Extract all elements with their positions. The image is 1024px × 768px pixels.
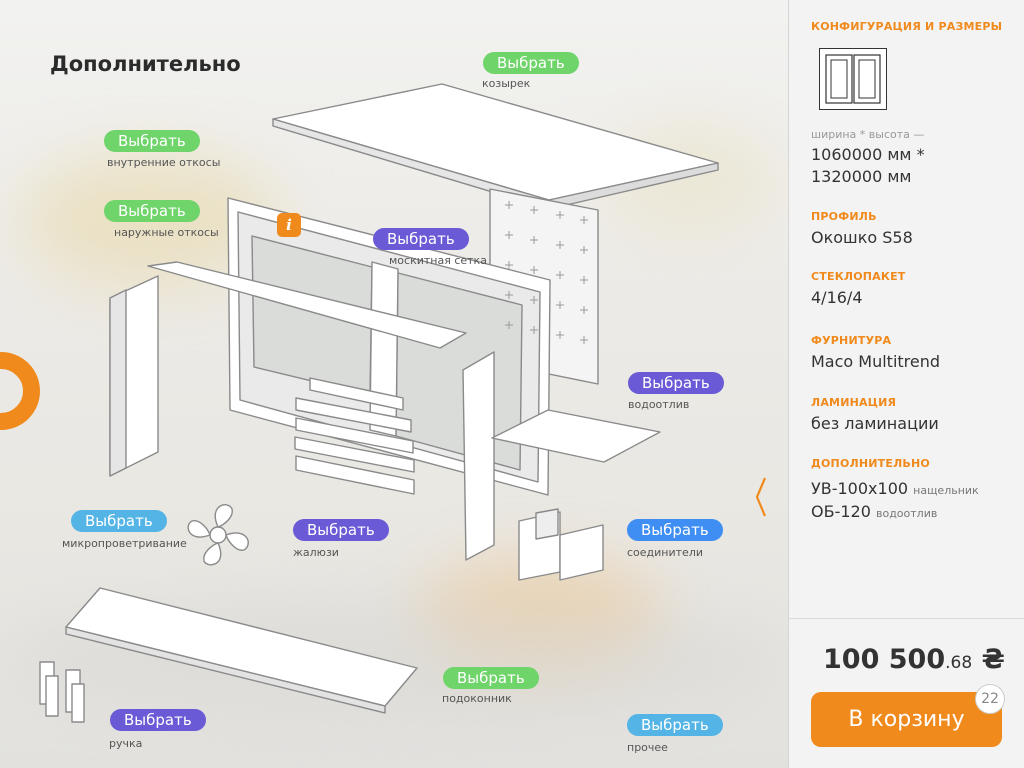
lamination-value: без ламинации: [811, 414, 939, 433]
extra-item-note: нащельник: [913, 484, 979, 497]
naruzh-otkosy-button[interactable]: Выбрать: [104, 200, 200, 222]
part-soedineteli: [518, 508, 604, 581]
setka-caption: москитная сетка: [389, 254, 487, 267]
glass-heading: СТЕКЛОПАКЕТ: [811, 270, 906, 283]
config-sidebar: КОНФИГУРАЦИЯ И РАЗМЕРЫ ширина * высота —…: [788, 0, 1024, 768]
hardware-section[interactable]: ФУРНИТУРА Maco Multitrend: [811, 334, 940, 372]
ruchka-button[interactable]: Выбрать: [110, 709, 206, 731]
part-right-slope: [462, 351, 495, 561]
dims-height: 1320000 мм: [811, 167, 912, 186]
zhaluzi-caption: жалюзи: [293, 546, 339, 559]
dims-width: 1060000 мм *: [811, 145, 925, 164]
profile-value: Окошко S58: [811, 228, 913, 247]
extra-heading: ДОПОЛНИТЕЛЬНО: [811, 457, 930, 470]
profile-section[interactable]: ПРОФИЛЬ Окошко S58: [811, 210, 913, 248]
vnutr-otkosy-caption: внутренние откосы: [107, 156, 221, 169]
info-icon[interactable]: i: [277, 213, 301, 237]
lamination-section[interactable]: ЛАМИНАЦИЯ без ламинации: [811, 396, 939, 434]
hardware-value: Maco Multitrend: [811, 352, 941, 371]
vodootliv-button[interactable]: Выбрать: [628, 372, 724, 394]
extra-item: УВ-100х100 нащельник: [811, 478, 979, 501]
vodootliv-caption: водоотлив: [628, 398, 690, 411]
soedineteli-caption: соединители: [627, 546, 703, 559]
dims-value: 1060000 мм * 1320000 мм: [811, 144, 925, 188]
glass-section[interactable]: СТЕКЛОПАКЕТ 4/16/4: [811, 270, 906, 308]
parts-canvas: Дополнительно Выбрать козырек Выбрать вн…: [0, 0, 788, 768]
part-mikro: [187, 504, 249, 566]
kozyrek-button[interactable]: Выбрать: [483, 52, 579, 74]
extra-item-code: ОБ-120: [811, 502, 871, 521]
currency-sign: ₴: [981, 644, 1005, 675]
podokonnik-button[interactable]: Выбрать: [443, 667, 539, 689]
zhaluzi-button[interactable]: Выбрать: [293, 519, 389, 541]
glass-value: 4/16/4: [811, 288, 863, 307]
extra-item-note: водоотлив: [875, 507, 938, 520]
ruchka-caption: ручка: [109, 737, 143, 750]
hardware-heading: ФУРНИТУРА: [811, 334, 892, 347]
add-to-cart-button[interactable]: В корзину: [811, 692, 1002, 747]
setka-button[interactable]: Выбрать: [373, 228, 469, 250]
dims-label: ширина * высота —: [811, 128, 925, 141]
two-sash-window-icon: [825, 54, 881, 104]
extra-item: ОБ-120 водоотлив: [811, 501, 979, 524]
profile-heading: ПРОФИЛЬ: [811, 210, 877, 223]
divider: [789, 618, 1024, 619]
prochee-button[interactable]: Выбрать: [627, 714, 723, 736]
mikro-button[interactable]: Выбрать: [71, 510, 167, 532]
price-cents: .68: [945, 653, 973, 673]
prochee-caption: прочее: [627, 741, 668, 754]
vnutr-otkosy-button[interactable]: Выбрать: [104, 130, 200, 152]
part-ruchka: [39, 661, 85, 723]
total-price: 100 500.68 ₴: [823, 644, 1005, 675]
price-main: 100 500: [823, 644, 946, 675]
chevron-left-icon[interactable]: [754, 476, 768, 518]
window-config-thumbnail[interactable]: [819, 48, 887, 110]
lamination-heading: ЛАМИНАЦИЯ: [811, 396, 897, 409]
extra-item-code: УВ-100х100: [811, 479, 909, 498]
naruzh-otkosy-caption: наружные откосы: [114, 226, 219, 239]
kozyrek-caption: козырек: [482, 77, 531, 90]
soedineteli-button[interactable]: Выбрать: [627, 519, 723, 541]
cart-count-badge: 22: [975, 684, 1005, 714]
config-heading: КОНФИГУРАЦИЯ И РАЗМЕРЫ: [811, 20, 1003, 33]
mikro-caption: микропроветривание: [62, 537, 187, 550]
podokonnik-caption: подоконник: [442, 692, 512, 705]
extra-section[interactable]: ДОПОЛНИТЕЛЬНО УВ-100х100 нащельник ОБ-12…: [811, 457, 979, 524]
